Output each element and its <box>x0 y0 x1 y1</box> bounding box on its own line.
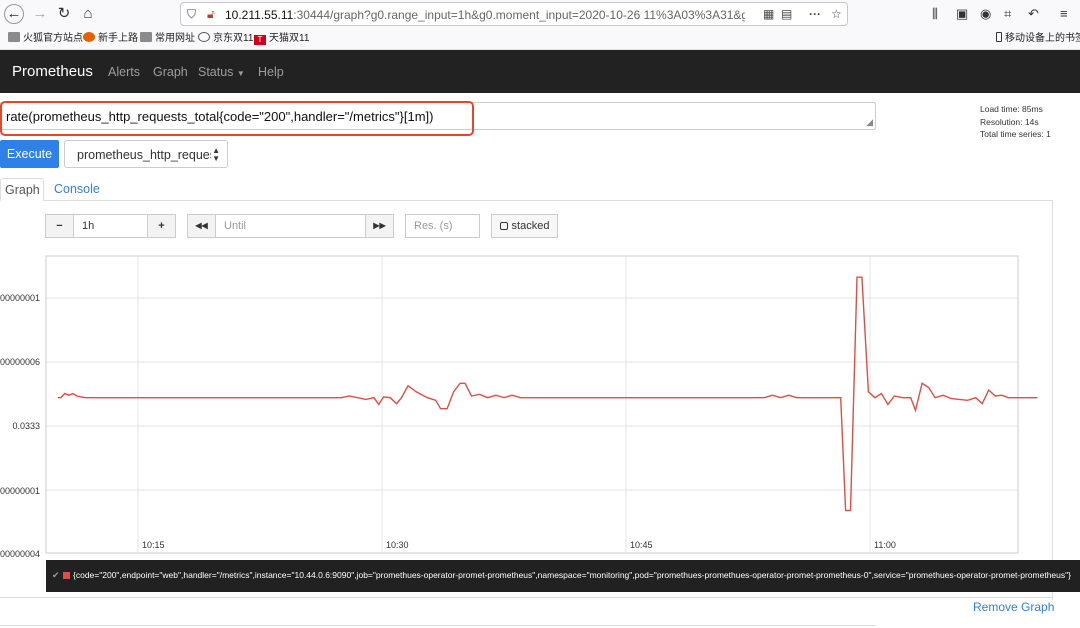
bookmark-star-icon[interactable]: ☆ <box>831 6 842 22</box>
bookmark-item[interactable]: T 天猫双11 <box>254 32 309 46</box>
folder-icon <box>8 32 20 42</box>
resize-grip-icon[interactable]: ◢ <box>866 117 873 128</box>
tab-graph[interactable]: Graph <box>0 178 44 201</box>
y-tick-label: 0.0333 <box>12 421 40 431</box>
nav-graph[interactable]: Graph <box>153 65 188 79</box>
globe-icon <box>198 32 210 42</box>
shield-icon[interactable]: ⛉ <box>187 6 196 22</box>
brand-logo[interactable]: Prometheus <box>12 63 93 80</box>
phone-icon <box>996 32 1002 42</box>
add-graph-divider <box>0 625 876 626</box>
total-time-series: Total time series: 1 <box>980 129 1051 139</box>
back-arrow-icon[interactable]: ← <box>4 4 24 24</box>
forward-time-button[interactable]: ▶▶ <box>365 214 394 238</box>
browser-toolbar: ← → ↻ ⌂ ⛉ 🔓︎ 10.211.55.11:30444/graph?g0… <box>0 0 1080 28</box>
y-tick-label: 000000001 <box>0 486 40 496</box>
nav-help[interactable]: Help <box>258 65 284 79</box>
checkbox-icon <box>499 222 508 230</box>
url-bar[interactable]: ⛉ 🔓︎ 10.211.55.11:30444/graph?g0.range_i… <box>180 2 848 26</box>
metric-select[interactable]: prometheus_http_requests_total ▲▼ <box>64 140 228 168</box>
firefox-icon <box>83 32 95 42</box>
y-tick-label: 000000004 <box>0 549 40 559</box>
tabs-divider <box>0 200 1053 201</box>
plot-area <box>45 255 1019 554</box>
reader-view-icon[interactable]: ▤ <box>781 6 792 22</box>
bookmark-item[interactable]: 新手上路 <box>83 32 138 46</box>
prometheus-navbar: Prometheus Alerts Graph Status ▼ Help <box>0 50 1080 93</box>
query-stats: Load time: 85ms Resolution: 14s Total ti… <box>980 103 1051 141</box>
bookmark-item[interactable]: 京东双11 <box>198 32 253 46</box>
forward-arrow-icon[interactable]: → <box>29 3 51 25</box>
y-tick-label: 000000001 <box>0 293 40 303</box>
resolution: Resolution: 14s <box>980 116 1039 127</box>
insecure-lock-icon[interactable]: 🔓︎ <box>207 6 215 22</box>
mobile-bookmarks[interactable]: 移动设备上的书签 <box>996 32 1080 46</box>
reload-icon[interactable]: ↻ <box>53 3 75 25</box>
load-time: Load time: 85ms <box>980 104 1043 114</box>
x-tick-label: 11:00 <box>874 540 896 550</box>
resolution-input[interactable]: Res. (s) <box>405 214 480 238</box>
x-tick-label: 10:45 <box>630 540 653 550</box>
bookmarks-bar: 火狐官方站点 新手上路 常用网址 京东双11 T 天猫双11 移动设备上的书签 <box>0 28 1080 50</box>
decrease-range-button[interactable]: − <box>45 214 74 238</box>
series-swatch <box>63 572 70 579</box>
stacked-toggle[interactable]: stacked <box>491 214 558 238</box>
remove-graph-link[interactable]: Remove Graph <box>973 600 1054 614</box>
qr-code-icon[interactable]: ▦ <box>763 6 774 22</box>
metric-select-value: prometheus_http_requests_total <box>77 148 211 162</box>
bookmark-item[interactable]: 常用网址 <box>140 32 195 46</box>
range-input[interactable]: 1h <box>73 214 148 238</box>
undo-icon[interactable]: ↶ <box>1028 4 1039 24</box>
y-tick-label: 000000006 <box>0 357 40 367</box>
x-tick-label: 10:15 <box>142 540 165 550</box>
nav-status[interactable]: Status ▼ <box>198 65 245 79</box>
legend-series-label[interactable]: {code="200",endpoint="web",handler="/met… <box>73 570 1071 581</box>
caret-down-icon: ▼ <box>236 69 245 78</box>
tab-console[interactable]: Console <box>50 178 104 201</box>
bookmark-item[interactable]: 火狐官方站点 <box>8 32 83 46</box>
sidebar-icon[interactable]: ▣ <box>956 4 968 24</box>
select-arrows-icon: ▲ ▼ <box>212 146 220 163</box>
increase-range-button[interactable]: + <box>147 214 176 238</box>
chart-svg: 10:15 10:30 10:45 11:00 <box>45 255 1038 554</box>
account-icon[interactable]: ◉ <box>980 4 991 24</box>
execute-button[interactable]: Execute <box>0 140 59 168</box>
screenshot-crop-icon[interactable]: ⌗ <box>1004 4 1011 24</box>
x-tick-label: 10:30 <box>386 540 409 550</box>
folder-icon <box>140 32 152 42</box>
menu-icon[interactable]: ≡ <box>1060 4 1068 24</box>
url-text[interactable]: 10.211.55.11:30444/graph?g0.range_input=… <box>225 7 745 23</box>
library-icon[interactable]: ⫼ <box>932 4 938 24</box>
nav-alerts[interactable]: Alerts <box>108 65 140 79</box>
until-input[interactable]: Until <box>215 214 366 238</box>
home-icon[interactable]: ⌂ <box>77 3 99 25</box>
annotation-highlight <box>0 101 474 136</box>
check-icon[interactable]: ✔ <box>52 570 60 581</box>
page-actions-icon[interactable]: ··· <box>809 6 821 22</box>
tmall-icon: T <box>254 35 266 45</box>
back-time-button[interactable]: ◀◀ <box>187 214 216 238</box>
panel-bottom-divider <box>0 597 1053 598</box>
graph-chart: 10:15 10:30 10:45 11:00 <box>0 252 1053 563</box>
graph-legend: ✔ {code="200",endpoint="web",handler="/m… <box>46 560 1080 592</box>
